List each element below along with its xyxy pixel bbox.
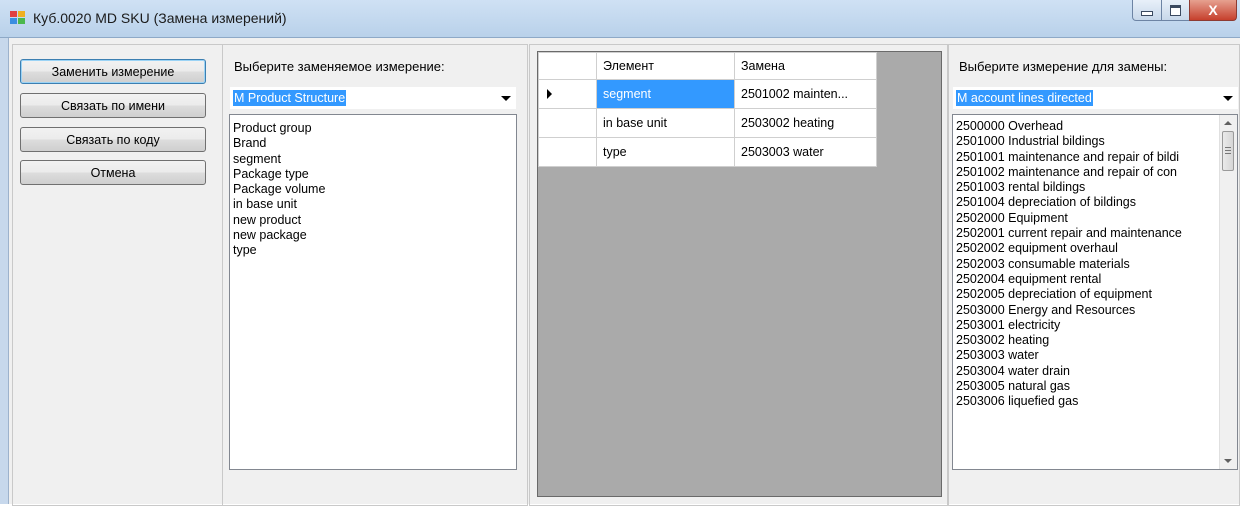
list-item[interactable]: type <box>230 243 516 258</box>
window-title: Куб.0020 MD SKU (Замена измерений) <box>33 10 287 26</box>
list-item[interactable]: 2500000 Overhead <box>953 119 1218 134</box>
list-item[interactable]: 2503001 electricity <box>953 318 1218 333</box>
cancel-button[interactable]: Отмена <box>20 160 206 185</box>
table-row[interactable]: in base unit 2503002 heating <box>538 108 877 138</box>
vertical-scrollbar[interactable] <box>1219 115 1237 469</box>
column-header-element[interactable]: Элемент <box>596 52 735 80</box>
table-row[interactable]: segment 2501002 mainten... <box>538 79 877 109</box>
list-item[interactable]: 2501001 maintenance and repair of bildi <box>953 150 1218 165</box>
element-cell[interactable]: segment <box>596 79 735 109</box>
row-header[interactable] <box>538 137 597 167</box>
target-prompt: Выберите измерение для замены: <box>959 59 1168 74</box>
list-item[interactable]: 2502000 Equipment <box>953 211 1218 226</box>
source-prompt: Выберите заменяемое измерение: <box>234 59 445 74</box>
list-item[interactable]: 2503003 water <box>953 348 1218 363</box>
list-item[interactable]: segment <box>230 152 516 167</box>
source-dimension-select[interactable]: M Product Structure <box>230 87 516 109</box>
mapping-grid[interactable]: Элемент Замена segment 2501002 mainten..… <box>537 51 942 497</box>
title-bar: Куб.0020 MD SKU (Замена измерений) X <box>0 0 1240 38</box>
row-header[interactable] <box>538 108 597 138</box>
close-button[interactable]: X <box>1189 0 1237 21</box>
grid-header-row: Элемент Замена <box>538 52 877 80</box>
scroll-up-icon[interactable] <box>1224 121 1232 125</box>
list-item[interactable]: new product <box>230 213 516 228</box>
replacement-cell[interactable]: 2503003 water <box>734 137 877 167</box>
list-item[interactable]: 2503002 heating <box>953 333 1218 348</box>
target-elements-list[interactable]: 2500000 Overhead 2501000 Industrial bildi… <box>952 114 1238 470</box>
current-row-icon <box>547 89 552 99</box>
element-cell[interactable]: in base unit <box>596 108 735 138</box>
source-selected-value: M Product Structure <box>233 90 347 106</box>
list-item[interactable]: 2503000 Energy and Resources <box>953 303 1218 318</box>
list-item[interactable]: 2503006 liquefied gas <box>953 394 1218 409</box>
list-item[interactable]: 2501002 maintenance and repair of con <box>953 165 1218 180</box>
table-row[interactable]: type 2503003 water <box>538 137 877 167</box>
list-item[interactable]: new package <box>230 228 516 243</box>
window-frame-left <box>0 38 9 504</box>
app-icon <box>10 11 26 25</box>
target-selected-value: M account lines directed <box>956 90 1093 106</box>
replace-dimension-button[interactable]: Заменить измерение <box>20 59 206 84</box>
list-item[interactable]: 2501004 depreciation of bildings <box>953 195 1218 210</box>
list-item[interactable]: 2501000 Industrial bildings <box>953 134 1218 149</box>
list-item[interactable]: 2502001 current repair and maintenance <box>953 226 1218 241</box>
source-elements-list[interactable]: Product group Brand segment Package type Pac… <box>229 114 517 470</box>
link-by-name-button[interactable]: Связать по имени <box>20 93 206 118</box>
list-item[interactable]: 2502005 depreciation of equipment <box>953 287 1218 302</box>
list-item[interactable]: 2501003 rental bildings <box>953 180 1218 195</box>
scroll-down-icon[interactable] <box>1224 459 1232 463</box>
list-item[interactable]: 2502002 equipment overhaul <box>953 241 1218 256</box>
row-header[interactable] <box>538 79 597 109</box>
element-cell[interactable]: type <box>596 137 735 167</box>
close-icon: X <box>1208 2 1218 18</box>
list-item[interactable]: 2503005 natural gas <box>953 379 1218 394</box>
column-header-replacement[interactable]: Замена <box>734 52 877 80</box>
list-item[interactable]: 2502003 consumable materials <box>953 257 1218 272</box>
maximize-icon <box>1170 4 1181 16</box>
list-item[interactable]: Package type <box>230 167 516 182</box>
target-dimension-select[interactable]: M account lines directed <box>953 87 1238 109</box>
list-item[interactable]: Package volume <box>230 182 516 197</box>
list-item[interactable]: Product group <box>230 121 516 136</box>
mapping-table: Элемент Замена segment 2501002 mainten..… <box>538 52 877 167</box>
minimize-button[interactable] <box>1132 0 1162 21</box>
replacement-cell[interactable]: 2503002 heating <box>734 108 877 138</box>
list-item[interactable]: 2502004 equipment rental <box>953 272 1218 287</box>
minimize-icon <box>1141 11 1153 16</box>
grid-corner-cell <box>538 52 597 80</box>
chevron-down-icon[interactable] <box>1223 96 1233 101</box>
maximize-button[interactable] <box>1161 0 1190 21</box>
chevron-down-icon[interactable] <box>501 96 511 101</box>
list-item[interactable]: 2503004 water drain <box>953 364 1218 379</box>
scrollbar-thumb[interactable] <box>1222 131 1234 171</box>
list-item[interactable]: in base unit <box>230 197 516 212</box>
list-item[interactable]: Brand <box>230 136 516 151</box>
link-by-code-button[interactable]: Связать по коду <box>20 127 206 152</box>
replacement-cell[interactable]: 2501002 mainten... <box>734 79 877 109</box>
